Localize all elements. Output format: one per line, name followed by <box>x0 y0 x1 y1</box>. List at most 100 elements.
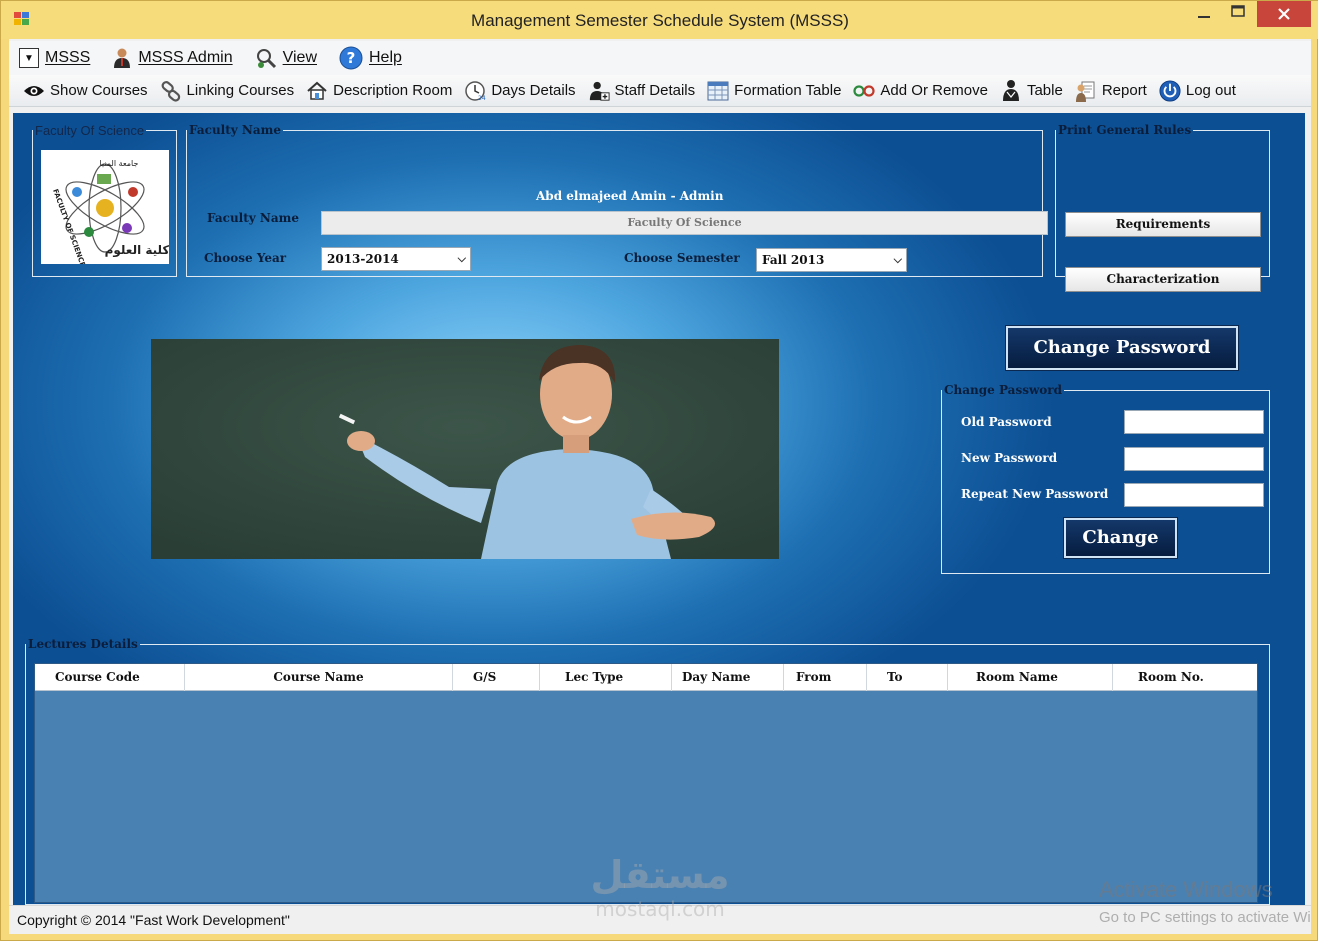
toolbar-report-label: Report <box>1101 82 1147 99</box>
hierarchy-icon <box>1000 79 1022 102</box>
copyright-text: Copyright © 2014 "Fast Work Development" <box>17 912 290 928</box>
svg-text:?: ? <box>347 49 356 67</box>
logo-arabic-bottom: كلية العلوم <box>105 243 169 258</box>
home-icon <box>306 80 328 102</box>
col-lec-type[interactable]: Lec Type <box>540 664 672 691</box>
window-title: Management Semester Schedule System (MSS… <box>471 11 849 30</box>
toolbar-linking-courses-label: Linking Courses <box>186 82 295 99</box>
menu-msss-admin[interactable]: MSSS Admin <box>112 47 233 69</box>
toolbar-linking-courses[interactable]: Linking Courses <box>160 80 295 102</box>
col-room-name[interactable]: Room Name <box>948 664 1113 691</box>
minimize-button[interactable] <box>1185 5 1223 35</box>
close-button[interactable] <box>1257 1 1311 27</box>
admin-user-icon <box>114 48 131 68</box>
menu-help-label: Help <box>369 49 402 66</box>
new-password-input[interactable] <box>1124 447 1264 471</box>
title-bar[interactable]: Management Semester Schedule System (MSS… <box>1 1 1318 39</box>
col-course-name[interactable]: Course Name <box>185 664 453 691</box>
activate-windows-subtitle: Go to PC settings to activate Windows. <box>1099 909 1311 926</box>
table-grid-icon <box>707 80 729 102</box>
toolbar-show-courses-label: Show Courses <box>50 82 148 99</box>
change-password-toggle-button[interactable]: Change Password <box>1005 325 1239 371</box>
client-area: ▼ MSSS MSSS Admin View ? Help Show Cours… <box>9 39 1311 934</box>
dropdown-box-icon: ▼ <box>19 48 39 68</box>
svg-text:24: 24 <box>478 95 486 102</box>
new-password-label: New Password <box>961 451 1058 465</box>
staff-icon <box>588 80 610 102</box>
toolbar-add-or-remove-label: Add Or Remove <box>880 82 988 99</box>
chevron-down-icon: ⌵ <box>457 252 466 265</box>
app-window: Management Semester Schedule System (MSS… <box>0 0 1318 941</box>
add-remove-icon <box>853 80 876 102</box>
toolbar-table-label: Table <box>1026 82 1063 99</box>
chain-link-icon <box>160 80 182 102</box>
toolbar: Show Courses Linking Courses Description… <box>9 75 1311 107</box>
help-icon: ? <box>339 46 363 70</box>
faculty-logo-legend: Faculty Of Science <box>35 123 145 138</box>
toolbar-report[interactable]: Report <box>1075 80 1147 102</box>
toolbar-log-out[interactable]: Log out <box>1159 79 1236 102</box>
minimize-icon <box>1198 16 1210 18</box>
maximize-button[interactable] <box>1223 3 1253 33</box>
requirements-button[interactable]: Requirements <box>1065 212 1261 237</box>
toolbar-add-or-remove[interactable]: Add Or Remove <box>853 80 988 102</box>
toolbar-staff-details-label: Staff Details <box>614 82 696 99</box>
menu-help[interactable]: ? Help <box>339 46 402 70</box>
characterization-button[interactable]: Characterization <box>1065 267 1261 292</box>
clock-icon: 24 <box>464 80 486 102</box>
menu-msss-admin-label: MSSS Admin <box>138 49 233 66</box>
menu-bar: ▼ MSSS MSSS Admin View ? Help <box>9 41 1311 75</box>
faculty-logo: جامعة المنيا FACULTY OF SCIENCE كلية الع… <box>41 150 169 268</box>
col-from[interactable]: From <box>784 664 867 691</box>
semester-select-value: Fall 2013 <box>762 253 825 267</box>
semester-select[interactable]: Fall 2013 ⌵ <box>756 248 907 272</box>
print-rules-legend: Print General Rules <box>1058 123 1192 137</box>
col-gs[interactable]: G/S <box>453 664 540 691</box>
logo-arabic-top: جامعة المنيا <box>100 159 139 168</box>
repeat-password-label: Repeat New Password <box>961 487 1109 501</box>
toolbar-log-out-label: Log out <box>1185 82 1236 99</box>
close-icon <box>1278 8 1290 20</box>
choose-year-label: Choose Year <box>204 251 287 265</box>
old-password-label: Old Password <box>961 415 1052 429</box>
toolbar-formation-table[interactable]: Formation Table <box>707 80 841 102</box>
maximize-icon <box>1231 5 1245 17</box>
faculty-name-label: Faculty Name <box>207 211 299 225</box>
old-password-input[interactable] <box>1124 410 1264 434</box>
view-search-icon <box>256 49 276 69</box>
toolbar-table[interactable]: Table <box>1000 79 1063 102</box>
logout-icon <box>1159 79 1181 102</box>
activate-windows-title: Activate Windows <box>1099 877 1273 902</box>
eye-icon <box>23 80 45 102</box>
year-select[interactable]: 2013-2014 ⌵ <box>321 247 471 271</box>
col-to[interactable]: To <box>867 664 948 691</box>
toolbar-show-courses[interactable]: Show Courses <box>23 80 148 102</box>
toolbar-formation-table-label: Formation Table <box>734 82 842 99</box>
toolbar-days-details[interactable]: 24 Days Details <box>464 80 576 102</box>
toolbar-description-room[interactable]: Description Room <box>306 80 452 102</box>
col-day-name[interactable]: Day Name <box>672 664 784 691</box>
lectures-grid-header: Course Code Course Name G/S Lec Type Day… <box>35 664 1257 691</box>
toolbar-description-room-label: Description Room <box>333 82 453 99</box>
choose-semester-label: Choose Semester <box>624 251 740 265</box>
main-panel: Faculty Of Science جامعة المنيا FACULTY <box>13 113 1305 905</box>
faculty-name-field[interactable]: Faculty Of Science <box>321 211 1048 235</box>
col-room-no[interactable]: Room No. <box>1113 664 1257 691</box>
watermark-arabic: مستقل <box>591 853 730 897</box>
lectures-details-legend: Lectures Details <box>28 637 138 651</box>
change-button[interactable]: Change <box>1063 517 1178 559</box>
toolbar-staff-details[interactable]: Staff Details <box>588 80 696 102</box>
col-course-code[interactable]: Course Code <box>35 664 185 691</box>
faculty-logo-group: Faculty Of Science جامعة المنيا FACULTY <box>32 123 177 277</box>
mostaql-watermark: مستقل mostaql.com <box>579 846 741 924</box>
watermark-latin: mostaql.com <box>595 897 725 921</box>
repeat-password-input[interactable] <box>1124 483 1264 507</box>
faculty-name-legend: Faculty Name <box>189 123 281 137</box>
menu-view[interactable]: View <box>255 47 317 69</box>
menu-view-label: View <box>282 49 317 66</box>
chevron-down-icon: ⌵ <box>893 253 902 266</box>
menu-msss[interactable]: ▼ MSSS <box>19 48 90 68</box>
year-select-value: 2013-2014 <box>327 252 399 266</box>
toolbar-days-details-label: Days Details <box>491 82 576 99</box>
print-rules-group: Print General Rules <box>1055 123 1270 277</box>
